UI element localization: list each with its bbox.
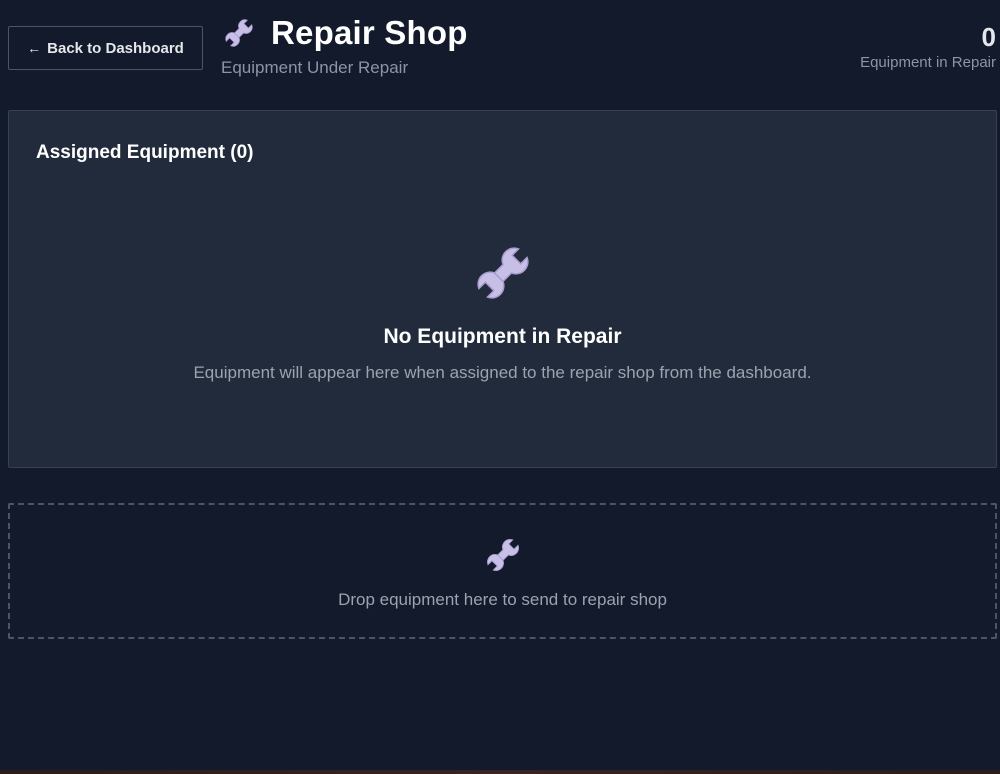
repair-shop-page: ← Back to Dashboard Repair Shop Equipmen… — [0, 0, 1000, 774]
assigned-equipment-title: Assigned Equipment (0) — [36, 142, 254, 163]
empty-state: No Equipment in Repair Equipment will ap… — [9, 241, 996, 383]
empty-state-title: No Equipment in Repair — [383, 325, 622, 348]
header-title-block: Repair Shop Equipment Under Repair — [221, 12, 468, 78]
assigned-equipment-panel: Assigned Equipment (0) No Equipment in R… — [8, 110, 997, 468]
wrench-icon — [221, 15, 257, 51]
repair-count-stat: 0 Equipment in Repair — [860, 22, 996, 71]
back-to-dashboard-button[interactable]: ← Back to Dashboard — [8, 26, 203, 70]
drop-zone-text: Drop equipment here to send to repair sh… — [338, 590, 667, 609]
wrench-icon — [471, 241, 535, 305]
page-title: Repair Shop — [271, 14, 468, 51]
wrench-icon — [483, 535, 523, 575]
repair-count-label: Equipment in Repair — [860, 54, 996, 71]
bottom-divider — [0, 770, 1000, 774]
repair-count-value: 0 — [981, 22, 996, 52]
back-button-label: Back to Dashboard — [47, 39, 184, 57]
empty-state-text: Equipment will appear here when assigned… — [193, 363, 812, 382]
page-subtitle: Equipment Under Repair — [221, 58, 409, 77]
repair-drop-zone[interactable]: Drop equipment here to send to repair sh… — [8, 503, 997, 639]
arrow-left-icon: ← — [27, 40, 42, 56]
